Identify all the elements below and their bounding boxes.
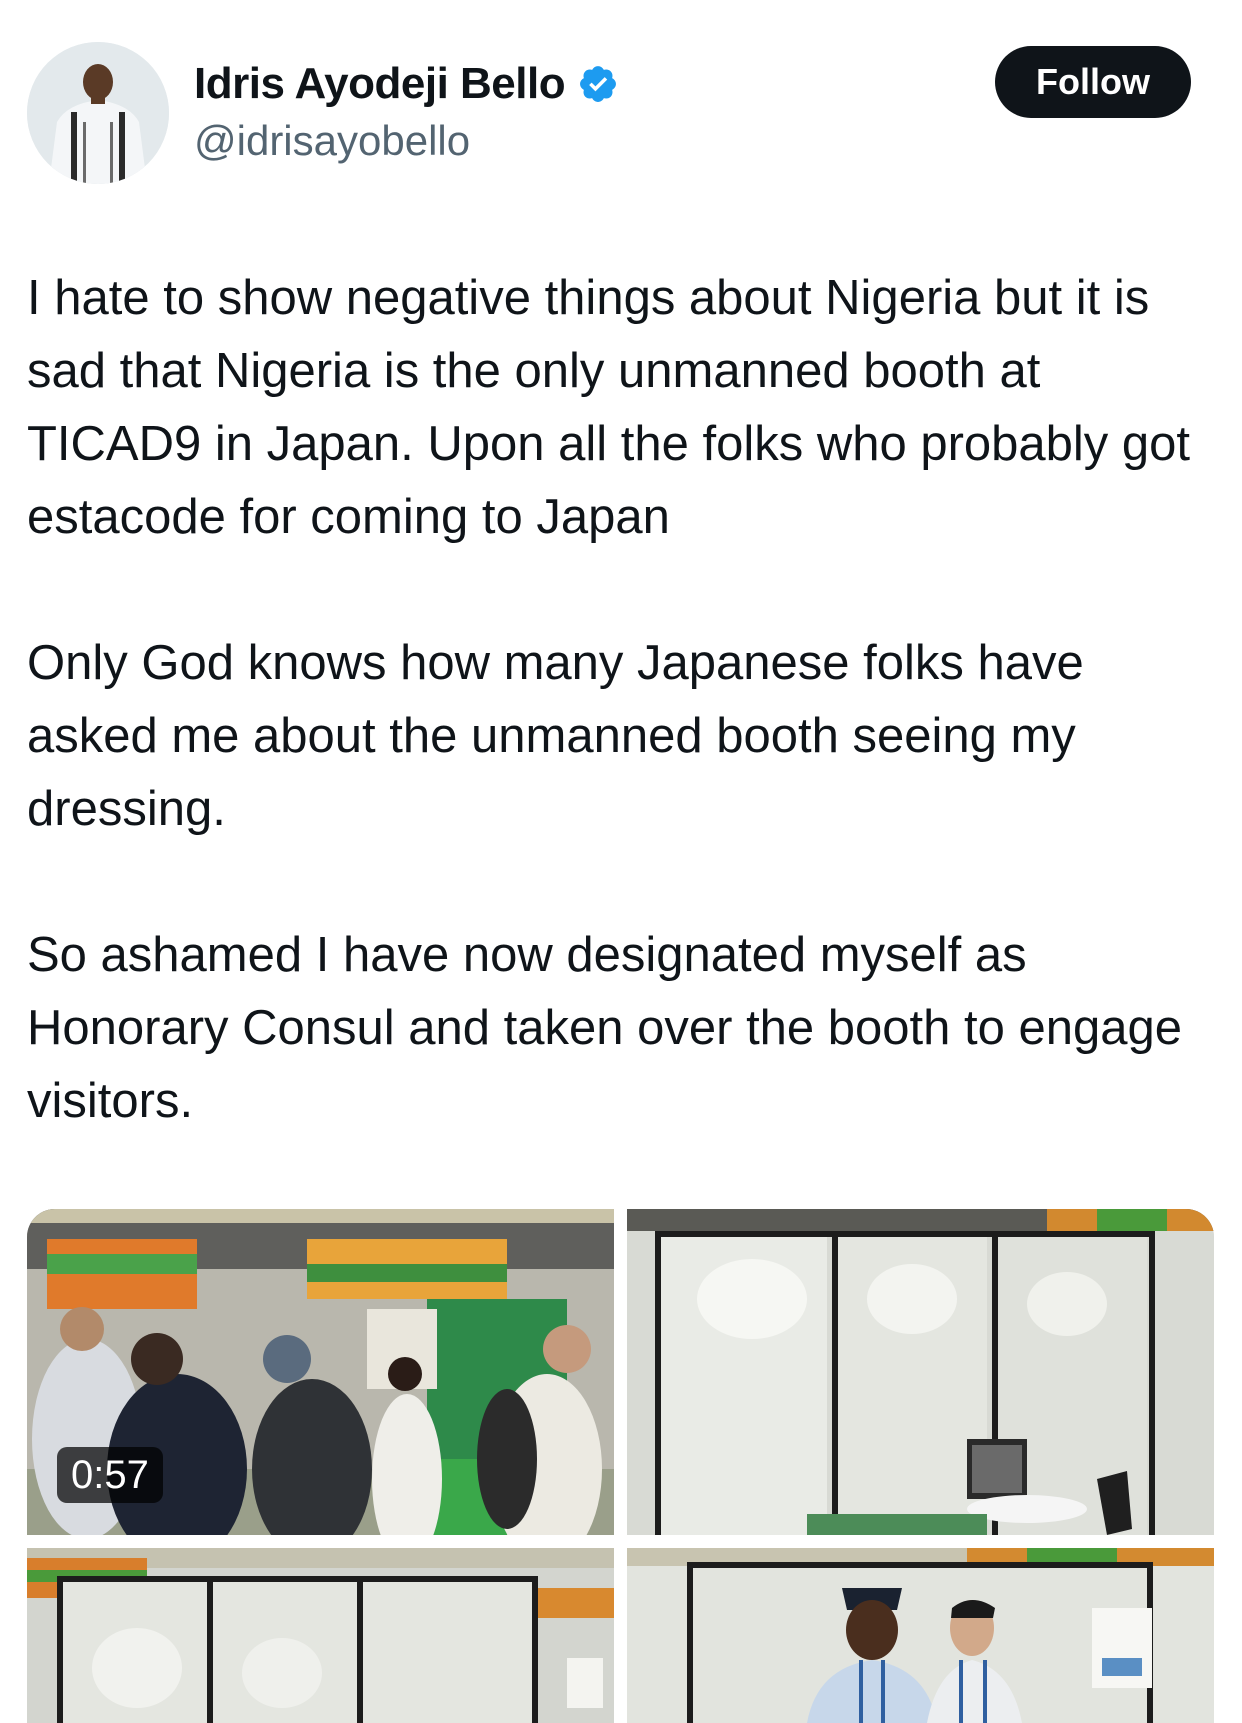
media-photo-thumbnail[interactable]	[627, 1209, 1214, 1535]
avatar-image	[27, 42, 169, 184]
empty-booth-image	[627, 1209, 1214, 1535]
tweet-paragraph: I hate to show negative things about Nig…	[27, 271, 1191, 544]
author-name-row: Idris Ayodeji Bello	[194, 56, 619, 112]
media-video-thumbnail[interactable]: 0:57	[27, 1209, 614, 1535]
tweet-paragraph: Only God knows how many Japanese folks h…	[27, 636, 1084, 836]
tweet-text: I hate to show negative things about Nig…	[27, 262, 1222, 1138]
author-avatar[interactable]	[27, 42, 169, 184]
booth-frame-image	[27, 1548, 614, 1723]
media-grid: 0:57	[27, 1209, 1214, 1723]
author-handle[interactable]: @idrisayobello	[194, 117, 470, 165]
two-men-booth-image	[627, 1548, 1214, 1723]
media-photo-thumbnail[interactable]	[27, 1548, 614, 1723]
video-duration-badge: 0:57	[57, 1447, 163, 1503]
media-photo-thumbnail[interactable]	[627, 1548, 1214, 1723]
tweet-paragraph: So ashamed I have now designated myself …	[27, 928, 1183, 1128]
verified-badge-icon	[577, 63, 619, 105]
author-display-name[interactable]: Idris Ayodeji Bello	[194, 59, 566, 109]
follow-button[interactable]: Follow	[995, 46, 1191, 118]
